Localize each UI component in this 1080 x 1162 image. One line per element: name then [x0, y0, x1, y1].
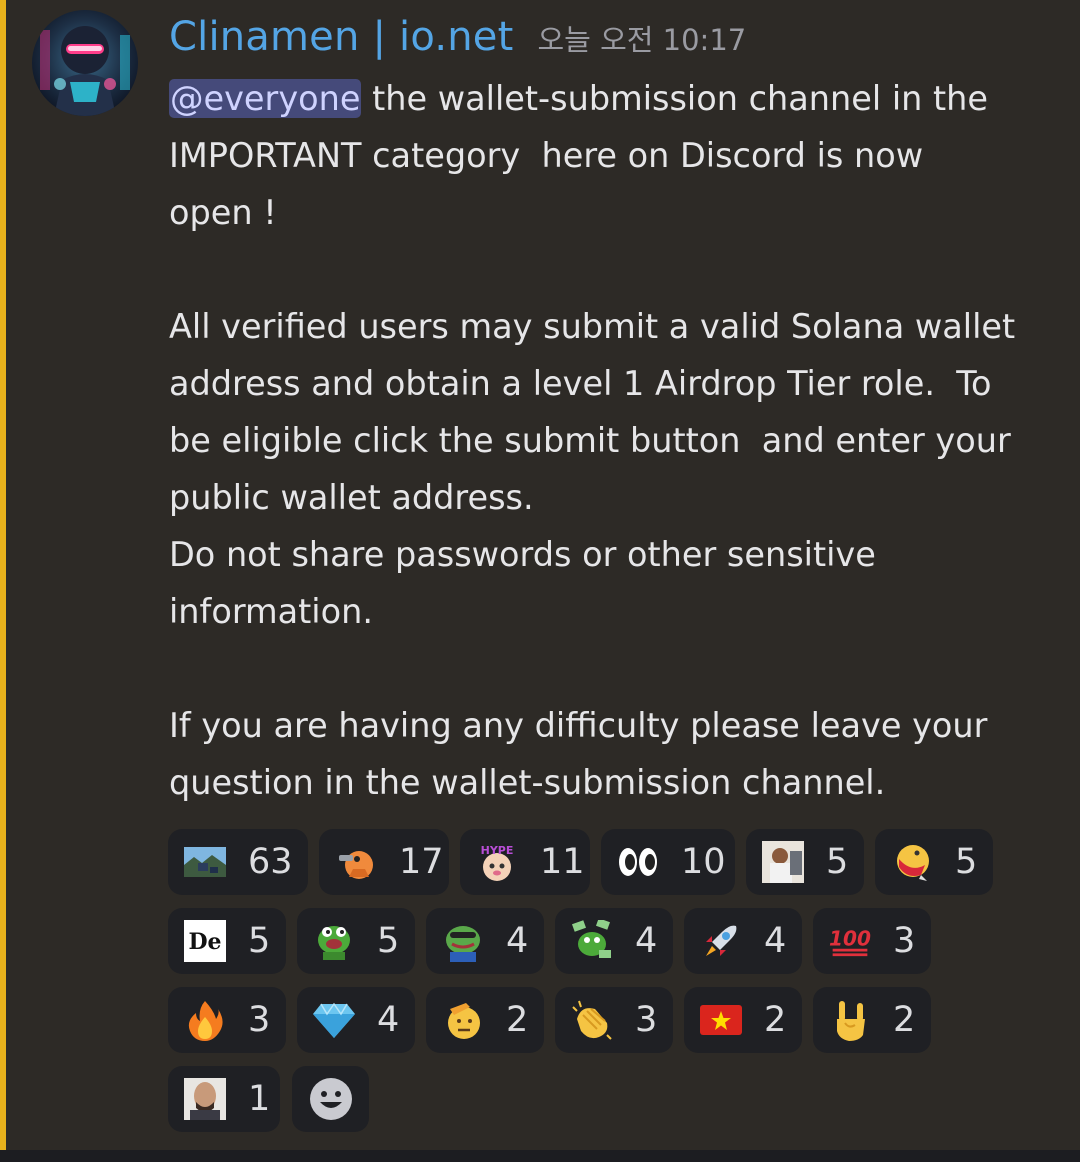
reaction-button[interactable]: 3 [168, 987, 286, 1053]
reaction-button[interactable]: De 5 [168, 908, 286, 974]
reaction-count: 4 [377, 1000, 400, 1040]
sign-of-horns-emoji [829, 999, 871, 1041]
bottom-divider [0, 1150, 1080, 1162]
reaction-button[interactable]: 4 [555, 908, 673, 974]
custom-yelling-emoji [891, 841, 933, 883]
reaction-count: 5 [248, 921, 271, 961]
custom-hype-emoji: HYPE [476, 841, 518, 883]
reaction-button[interactable]: 4 [297, 987, 415, 1053]
reaction-button[interactable]: 63 [168, 829, 308, 895]
reaction-count: 1 [248, 1079, 271, 1119]
svg-text:HYPE: HYPE [481, 844, 514, 857]
reaction-button[interactable]: 2 [426, 987, 544, 1053]
message-line: question in the wallet-submission channe… [169, 763, 886, 802]
message-content: @everyone the wallet-submission channel … [169, 70, 1049, 811]
reaction-button[interactable]: 5 [875, 829, 993, 895]
clapping-hands-emoji [571, 999, 613, 1041]
reaction-count: 4 [635, 921, 658, 961]
reaction-count: 4 [764, 921, 787, 961]
rocket-emoji [700, 920, 742, 962]
message-line: All verified users may submit a valid So… [169, 307, 1016, 346]
reaction-button[interactable]: 4 [684, 908, 802, 974]
reaction-count: 10 [681, 842, 726, 882]
message-line: public wallet address. [169, 478, 534, 517]
vietnam-flag-emoji [700, 999, 742, 1041]
message-line-text: the wallet-submission channel in the [361, 79, 988, 118]
message-line [169, 241, 1049, 298]
reaction-button[interactable]: 5 [297, 908, 415, 974]
saluting-face-emoji [442, 999, 484, 1041]
message-line: IMPORTANT category here on Discord is no… [169, 136, 924, 175]
reaction-count: 17 [399, 842, 444, 882]
message-line: information. [169, 592, 373, 631]
reaction-count: 2 [893, 1000, 916, 1040]
username[interactable]: Clinamen | io.net [169, 14, 514, 60]
reaction-count: 4 [506, 921, 529, 961]
smiley-icon [309, 1078, 352, 1120]
svg-text:100: 100 [829, 927, 871, 951]
avatar[interactable] [32, 10, 138, 116]
reaction-count: 2 [764, 1000, 787, 1040]
custom-pepe-emoji [313, 920, 355, 962]
reaction-count: 11 [540, 842, 585, 882]
reaction-count: 3 [635, 1000, 658, 1040]
reaction-button[interactable]: 17 [319, 829, 449, 895]
custom-landscape-emoji [184, 841, 226, 883]
add-reaction-button[interactable] [292, 1066, 369, 1132]
fire-emoji [184, 999, 226, 1041]
reaction-count: 2 [506, 1000, 529, 1040]
reaction-count: 63 [248, 842, 293, 882]
reaction-button[interactable]: 10 [601, 829, 735, 895]
message-line: address and obtain a level 1 Airdrop Tie… [169, 364, 992, 403]
custom-pepe-money-emoji [571, 920, 613, 962]
message-line: Do not share passwords or other sensitiv… [169, 535, 876, 574]
message-line: open ! [169, 193, 277, 232]
message-line [169, 640, 1049, 697]
everyone-mention[interactable]: @everyone [169, 79, 362, 118]
mention-highlight-bar [0, 0, 6, 1150]
custom-de-logo-emoji: De [184, 920, 226, 962]
reaction-button[interactable]: 2 [813, 987, 931, 1053]
reaction-button[interactable]: 3 [555, 987, 673, 1053]
gem-emoji [313, 999, 355, 1041]
message-line: @everyone the wallet-submission channel … [169, 70, 1049, 127]
message-container: Clinamen | io.net 오늘 오전 10:17 @everyone … [0, 0, 1080, 1150]
reaction-count: 3 [248, 1000, 271, 1040]
message-line: be eligible click the submit button and … [169, 421, 1011, 460]
reaction-button[interactable]: 2 [684, 987, 802, 1053]
custom-face-photo-emoji [184, 1078, 226, 1120]
message-line: If you are having any difficulty please … [169, 706, 988, 745]
custom-photo-emoji [762, 841, 804, 883]
reaction-button[interactable]: 5 [746, 829, 864, 895]
reaction-button[interactable]: 100 3 [813, 908, 931, 974]
reaction-button[interactable]: HYPE 11 [460, 829, 590, 895]
reaction-count: 5 [955, 842, 978, 882]
reaction-count: 5 [826, 842, 849, 882]
de-logo-text: De [188, 929, 221, 955]
reaction-button[interactable]: 4 [426, 908, 544, 974]
custom-pepe-cool-emoji [442, 920, 484, 962]
timestamp[interactable]: 오늘 오전 10:17 [538, 17, 747, 59]
custom-chainsaw-dog-emoji [335, 841, 377, 883]
reaction-count: 3 [893, 921, 916, 961]
eyes-emoji [617, 841, 659, 883]
reaction-button[interactable]: 1 [168, 1066, 280, 1132]
hundred-points-emoji: 100 [829, 920, 871, 962]
message-header: Clinamen | io.net 오늘 오전 10:17 [169, 14, 746, 68]
reaction-count: 5 [377, 921, 400, 961]
